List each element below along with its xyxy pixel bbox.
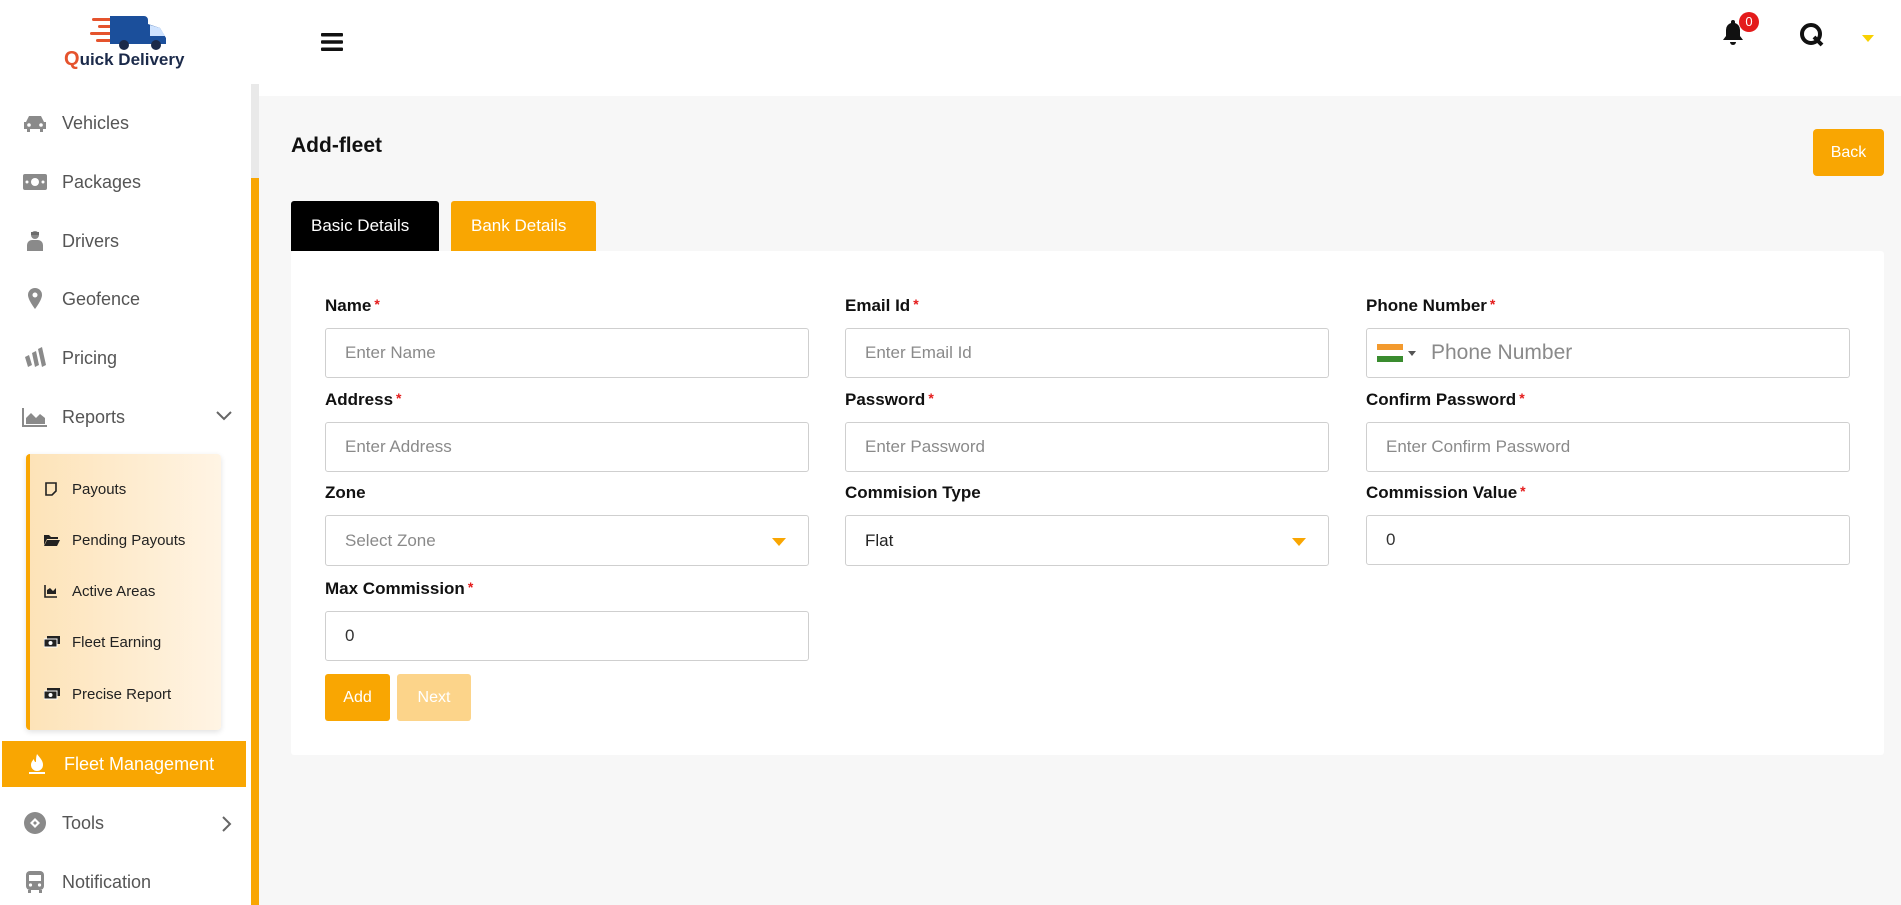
submenu-item-label: Active Areas (72, 582, 156, 600)
tab-bank-details[interactable]: Bank Details (451, 201, 596, 251)
sidebar-item-geofence[interactable]: Geofence (0, 276, 246, 322)
india-flag-icon (1377, 344, 1403, 362)
password-input[interactable] (845, 422, 1329, 472)
commission-type-value: Flat (865, 530, 894, 550)
sidebar-item-label: Geofence (62, 288, 141, 309)
driver-icon (22, 230, 48, 252)
bus-icon (22, 871, 48, 893)
sidebar-item-label: Fleet Management (64, 753, 215, 774)
sidebar-scrollbar-track[interactable] (251, 84, 259, 905)
country-code-selector[interactable] (1377, 344, 1416, 362)
sidebar-item-label: Reports (62, 406, 126, 427)
chevron-down-icon[interactable] (216, 408, 232, 426)
reports-submenu: Payouts Pending Payouts Active Areas Fle… (26, 454, 221, 730)
tab-basic-details[interactable]: Basic Details (291, 201, 439, 251)
password-label: Password * (845, 390, 934, 409)
zone-select[interactable]: Select Zone (325, 515, 809, 566)
commission-value-input[interactable] (1366, 515, 1850, 565)
confirm-password-input[interactable] (1366, 422, 1850, 472)
notification-count-badge: 0 (1739, 12, 1759, 32)
map-pin-icon (22, 288, 48, 310)
submenu-item-label: Precise Report (72, 685, 172, 703)
phone-input[interactable] (1431, 330, 1831, 376)
sidebar-item-vehicles[interactable]: Vehicles (0, 100, 246, 146)
sidebar-item-notification[interactable]: Notification (0, 859, 246, 905)
chevron-right-icon[interactable] (222, 816, 232, 837)
brand-name: Quick Delivery (64, 48, 185, 70)
name-input[interactable] (325, 328, 809, 378)
sidebar-item-tools[interactable]: Tools (0, 800, 246, 846)
submenu-item-label: Fleet Earning (72, 633, 162, 651)
avatar[interactable] (1799, 22, 1825, 53)
commission-type-label: Commision Type (845, 483, 981, 502)
zone-label: Zone (325, 483, 366, 502)
tools-icon (22, 812, 48, 834)
sidebar-item-label: Vehicles (62, 112, 130, 133)
name-label: Name * (325, 296, 380, 315)
sidebar-item-label: Pricing (62, 347, 118, 368)
sidebar-item-packages[interactable]: Packages (0, 159, 246, 205)
max-commission-input[interactable] (325, 611, 809, 661)
address-input[interactable] (325, 422, 809, 472)
submenu-item-active-areas[interactable]: Active Areas (44, 576, 155, 606)
submenu-item-pending-payouts[interactable]: Pending Payouts (44, 525, 185, 555)
hamburger-menu-icon[interactable] (321, 32, 343, 57)
chevron-down-icon (1408, 350, 1416, 356)
zone-select-value: Select Zone (345, 530, 436, 550)
confirm-password-label: Confirm Password * (1366, 390, 1525, 409)
sidebar-item-pricing[interactable]: Pricing (0, 335, 246, 381)
cash-icon (44, 636, 62, 648)
dropdown-arrow-icon (772, 538, 786, 546)
sidebar: Quick Delivery Vehicles Packages Drivers… (0, 0, 259, 905)
car-icon (22, 112, 48, 134)
money-icon (22, 171, 48, 193)
brand-logo[interactable]: Quick Delivery (60, 8, 200, 72)
sidebar-item-label: Packages (62, 171, 142, 192)
email-label: Email Id * (845, 296, 919, 315)
back-button[interactable]: Back (1813, 129, 1884, 176)
max-commission-label: Max Commission * (325, 579, 474, 598)
fleet-icon (24, 753, 50, 775)
pricing-icon (22, 347, 48, 369)
commission-type-select[interactable]: Flat (845, 515, 1329, 566)
sidebar-scrollbar-thumb[interactable] (251, 84, 259, 178)
sidebar-item-label: Tools (62, 812, 105, 833)
chart-area-icon (22, 406, 48, 428)
sidebar-item-drivers[interactable]: Drivers (0, 218, 246, 264)
add-button[interactable]: Add (325, 674, 390, 721)
submenu-item-fleet-earning[interactable]: Fleet Earning (44, 627, 161, 657)
submenu-item-label: Payouts (72, 480, 127, 498)
delivery-van-icon (90, 16, 166, 50)
next-button[interactable]: Next (397, 674, 471, 721)
form-card (291, 251, 1884, 755)
sidebar-item-label: Notification (62, 871, 152, 892)
phone-label: Phone Number * (1366, 296, 1496, 315)
phone-field (1366, 328, 1850, 378)
submenu-item-payouts[interactable]: Payouts (44, 474, 126, 504)
submenu-item-precise-report[interactable]: Precise Report (44, 679, 171, 709)
address-label: Address * (325, 390, 402, 409)
page-title: Add-fleet (291, 134, 382, 157)
dropdown-arrow-icon (1292, 538, 1306, 546)
sidebar-item-label: Drivers (62, 230, 119, 251)
chart-line-icon (44, 584, 62, 598)
cash-icon (44, 688, 62, 700)
chevron-down-icon[interactable] (1862, 30, 1874, 48)
sidebar-item-reports[interactable]: Reports (0, 394, 246, 440)
email-field[interactable] (845, 328, 1329, 378)
submenu-item-label: Pending Payouts (72, 531, 186, 549)
top-header: 0 (259, 0, 1901, 96)
sidebar-item-fleet-management[interactable]: Fleet Management (2, 741, 246, 787)
commission-value-label: Commission Value * (1366, 483, 1526, 502)
note-icon (44, 482, 62, 496)
folder-open-icon (44, 534, 62, 546)
